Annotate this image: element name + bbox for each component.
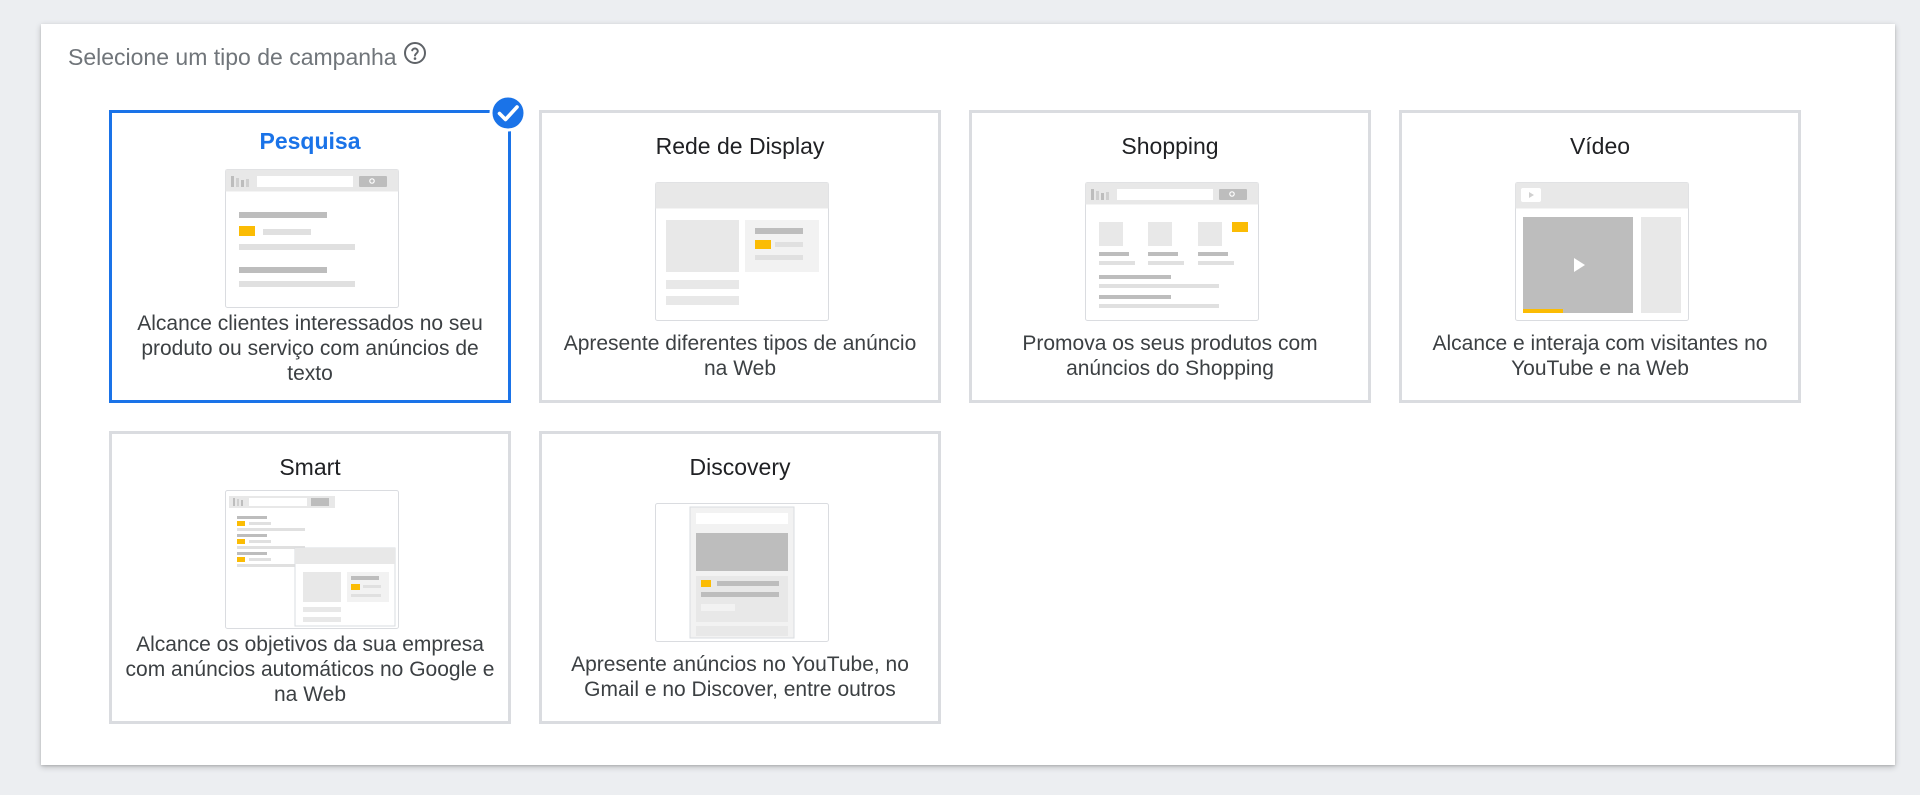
card-description: Apresente anúncios no YouTube, no Gmail … — [571, 653, 909, 701]
card-description: Alcance os objetivos da sua empresa com … — [125, 633, 495, 706]
card-description: Alcance e interaja com visitantes no You… — [1432, 332, 1768, 380]
card-title: Rede de Display — [655, 133, 825, 159]
heading-label: Selecione um tipo de campanha — [68, 44, 397, 70]
campaign-card-discovery[interactable]: Discovery Apresente anúncios no YouTube,… — [539, 431, 941, 724]
campaign-type-heading: Selecione um tipo de campanha — [68, 41, 427, 71]
campaign-card-search[interactable]: Pesquisa Alcance clientes interessados n… — [109, 110, 511, 403]
search-ad-illustration — [225, 169, 399, 308]
card-description: Alcance clientes interessados no seu pro… — [137, 312, 483, 385]
discovery-ad-illustration — [655, 503, 829, 642]
campaign-card-smart[interactable]: Smart Alcance os objetivos da sua empres… — [109, 431, 511, 724]
card-title: Shopping — [1121, 133, 1219, 159]
card-description: Apresente diferentes tipos de anúncio na… — [563, 332, 917, 380]
campaign-card-display[interactable]: Rede de Display Apresente diferentes tip… — [539, 110, 941, 403]
display-ad-illustration — [655, 182, 829, 321]
help-circle-icon[interactable] — [403, 41, 427, 65]
card-description: Promova os seus produtos com anúncios do… — [1022, 332, 1318, 380]
shopping-ad-illustration — [1085, 182, 1259, 321]
selected-check-icon — [489, 94, 527, 132]
campaign-card-shopping[interactable]: Shopping Promova os seus produtos com an… — [969, 110, 1371, 403]
campaign-card-video[interactable]: Vídeo Alcance e interaja com visitantes … — [1399, 110, 1801, 403]
card-title: Vídeo — [1569, 133, 1631, 159]
card-title: Smart — [279, 454, 341, 480]
video-ad-illustration — [1515, 182, 1689, 321]
card-title: Discovery — [689, 454, 791, 480]
smart-ad-illustration — [225, 490, 399, 629]
card-title: Pesquisa — [259, 128, 361, 154]
